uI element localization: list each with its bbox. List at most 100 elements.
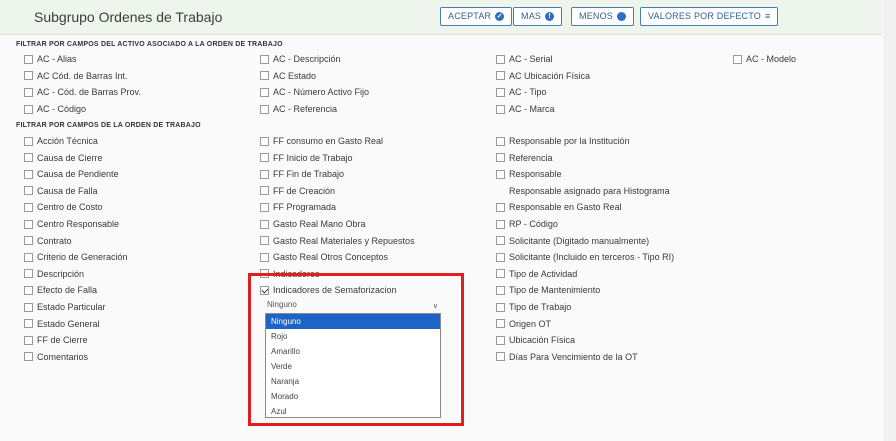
checkbox-item[interactable]: AC - Serial [496, 54, 553, 64]
checkbox-item[interactable]: Referencia [496, 153, 553, 163]
dropdown-option[interactable]: Verde [266, 359, 440, 374]
checkbox-box[interactable] [260, 236, 269, 246]
checkbox-box[interactable] [496, 252, 505, 262]
checkbox-item[interactable]: Solicitante (Digitado manualmente) [496, 236, 649, 246]
checkbox-box[interactable] [260, 71, 269, 81]
checkbox-item[interactable]: AC - Referencia [260, 104, 337, 114]
checkbox-item[interactable]: Gasto Real Otros Conceptos [260, 252, 388, 262]
checkbox-item[interactable]: Gasto Real Mano Obra [260, 219, 366, 229]
checkbox-box[interactable] [733, 54, 742, 64]
checkbox-item[interactable]: FF Inicio de Trabajo [260, 153, 353, 163]
checkbox-box[interactable] [496, 54, 505, 64]
checkbox-box[interactable] [24, 352, 33, 362]
checkbox-item[interactable]: AC - Marca [496, 104, 555, 114]
dropdown-option[interactable]: Rojo [266, 329, 440, 344]
checkbox-box[interactable] [496, 202, 505, 212]
checkbox-item[interactable]: Estado Particular [24, 302, 106, 312]
checkbox-box[interactable] [24, 302, 33, 312]
checkbox-item[interactable]: Ubicación Física [496, 335, 575, 345]
checkbox-item[interactable]: AC - Número Activo Fijo [260, 87, 369, 97]
checkbox-box[interactable] [24, 236, 33, 246]
checkbox-item[interactable]: Responsable por la Institución [496, 136, 630, 146]
checkbox-item[interactable]: Causa de Falla [24, 186, 98, 196]
checkbox-box[interactable] [496, 352, 505, 362]
checkbox-box[interactable] [24, 54, 33, 64]
checkbox-box[interactable] [24, 252, 33, 262]
checkbox-box[interactable] [260, 136, 269, 146]
checkbox-item[interactable]: Responsable en Gasto Real [496, 202, 622, 212]
checkbox-item[interactable]: AC - Cód. de Barras Prov. [24, 87, 141, 97]
checkbox-item[interactable]: FF Programada [260, 202, 336, 212]
checkbox-box[interactable] [260, 202, 269, 212]
checkbox-item[interactable]: FF de Cierre [24, 335, 88, 345]
checkbox-item[interactable]: Días Para Vencimiento de la OT [496, 352, 638, 362]
dropdown-option[interactable]: Naranja [266, 374, 440, 389]
dropdown-option[interactable]: Morado [266, 389, 440, 404]
more-button[interactable]: MAS! [513, 7, 563, 26]
checkbox-box[interactable] [260, 219, 269, 229]
checkbox-item[interactable]: FF consumo en Gasto Real [260, 136, 383, 146]
checkbox-box[interactable] [24, 153, 33, 163]
dropdown-option[interactable]: Ninguno [266, 314, 440, 329]
checkbox-box[interactable] [260, 252, 269, 262]
checkbox-box[interactable] [496, 219, 505, 229]
defaults-button[interactable]: VALORES POR DEFECTO ≡ [640, 7, 779, 26]
checkbox-item[interactable]: Responsable [496, 169, 562, 179]
checkbox-box[interactable] [24, 169, 33, 179]
checkbox-item[interactable]: Causa de Pendiente [24, 169, 119, 179]
checkbox-box[interactable] [24, 285, 33, 295]
semaforizacion-dropdown[interactable]: Ninguno Rojo Amarillo Verde Naranja Morado Azu… [265, 313, 441, 418]
checkbox-item[interactable]: Centro de Costo [24, 202, 103, 212]
checkbox-item[interactable]: AC Ubicación Física [496, 71, 590, 81]
checkbox-item[interactable]: Tipo de Actividad [496, 269, 577, 279]
checkbox-box[interactable] [496, 153, 505, 163]
accept-button[interactable]: ACEPTAR ✓ [440, 7, 513, 26]
checkbox-box[interactable] [496, 335, 505, 345]
checkbox-item[interactable]: AC - Alias [24, 54, 77, 64]
checkbox-box[interactable] [24, 71, 33, 81]
checkbox-box[interactable] [24, 136, 33, 146]
dropdown-option[interactable]: Amarillo [266, 344, 440, 359]
checkbox-item[interactable]: AC - Descripción [260, 54, 341, 64]
checkbox-box[interactable] [260, 54, 269, 64]
checkbox-item[interactable]: Origen OT [496, 319, 551, 329]
dropdown-option[interactable]: Azul [266, 404, 440, 419]
checkbox-item[interactable]: FF de Creación [260, 186, 335, 196]
checkbox-item[interactable]: Acción Técnica [24, 136, 98, 146]
checkbox-box[interactable] [496, 104, 505, 114]
checkbox-item[interactable]: Responsable asignado para Histograma [496, 186, 670, 196]
checkbox-box[interactable] [496, 169, 505, 179]
checkbox-item[interactable]: Efecto de Falla [24, 285, 97, 295]
checkbox-item[interactable]: Solicitante (Incluido en terceros - Tipo… [496, 252, 674, 262]
checkbox-item[interactable]: Criterio de Generación [24, 252, 128, 262]
checkbox-item[interactable]: Comentarios [24, 352, 88, 362]
checkbox-item[interactable]: Tipo de Trabajo [496, 302, 571, 312]
checkbox-item[interactable]: AC Cód. de Barras Int. [24, 71, 128, 81]
checkbox-item[interactable]: Contrato [24, 236, 72, 246]
checkbox-box[interactable] [496, 236, 505, 246]
checkbox-box[interactable] [24, 87, 33, 97]
checkbox-box[interactable] [496, 87, 505, 97]
checkbox-box[interactable] [24, 335, 33, 345]
checkbox-box[interactable] [496, 136, 505, 146]
checkbox-box[interactable] [260, 153, 269, 163]
checkbox-item[interactable]: RP - Código [496, 219, 558, 229]
checkbox-box[interactable] [260, 169, 269, 179]
checkbox-item[interactable]: Gasto Real Materiales y Repuestos [260, 236, 415, 246]
checkbox-item[interactable]: AC - Tipo [496, 87, 547, 97]
checkbox-item[interactable]: AC - Código [24, 104, 86, 114]
semaforizacion-select[interactable]: Ninguno ∨ [267, 300, 441, 314]
checkbox-box[interactable] [24, 319, 33, 329]
checkbox-item[interactable]: Tipo de Mantenimiento [496, 285, 600, 295]
checkbox-box[interactable] [24, 104, 33, 114]
checkbox-item[interactable]: Estado General [24, 319, 100, 329]
checkbox-box[interactable] [260, 87, 269, 97]
checkbox-box[interactable] [496, 285, 505, 295]
checkbox-box[interactable] [24, 186, 33, 196]
checkbox-box[interactable] [24, 202, 33, 212]
checkbox-box[interactable] [24, 219, 33, 229]
checkbox-item[interactable]: Descripción [24, 269, 84, 279]
checkbox-item[interactable]: Causa de Cierre [24, 153, 103, 163]
scrollbar[interactable] [883, 0, 896, 441]
checkbox-box[interactable] [496, 71, 505, 81]
